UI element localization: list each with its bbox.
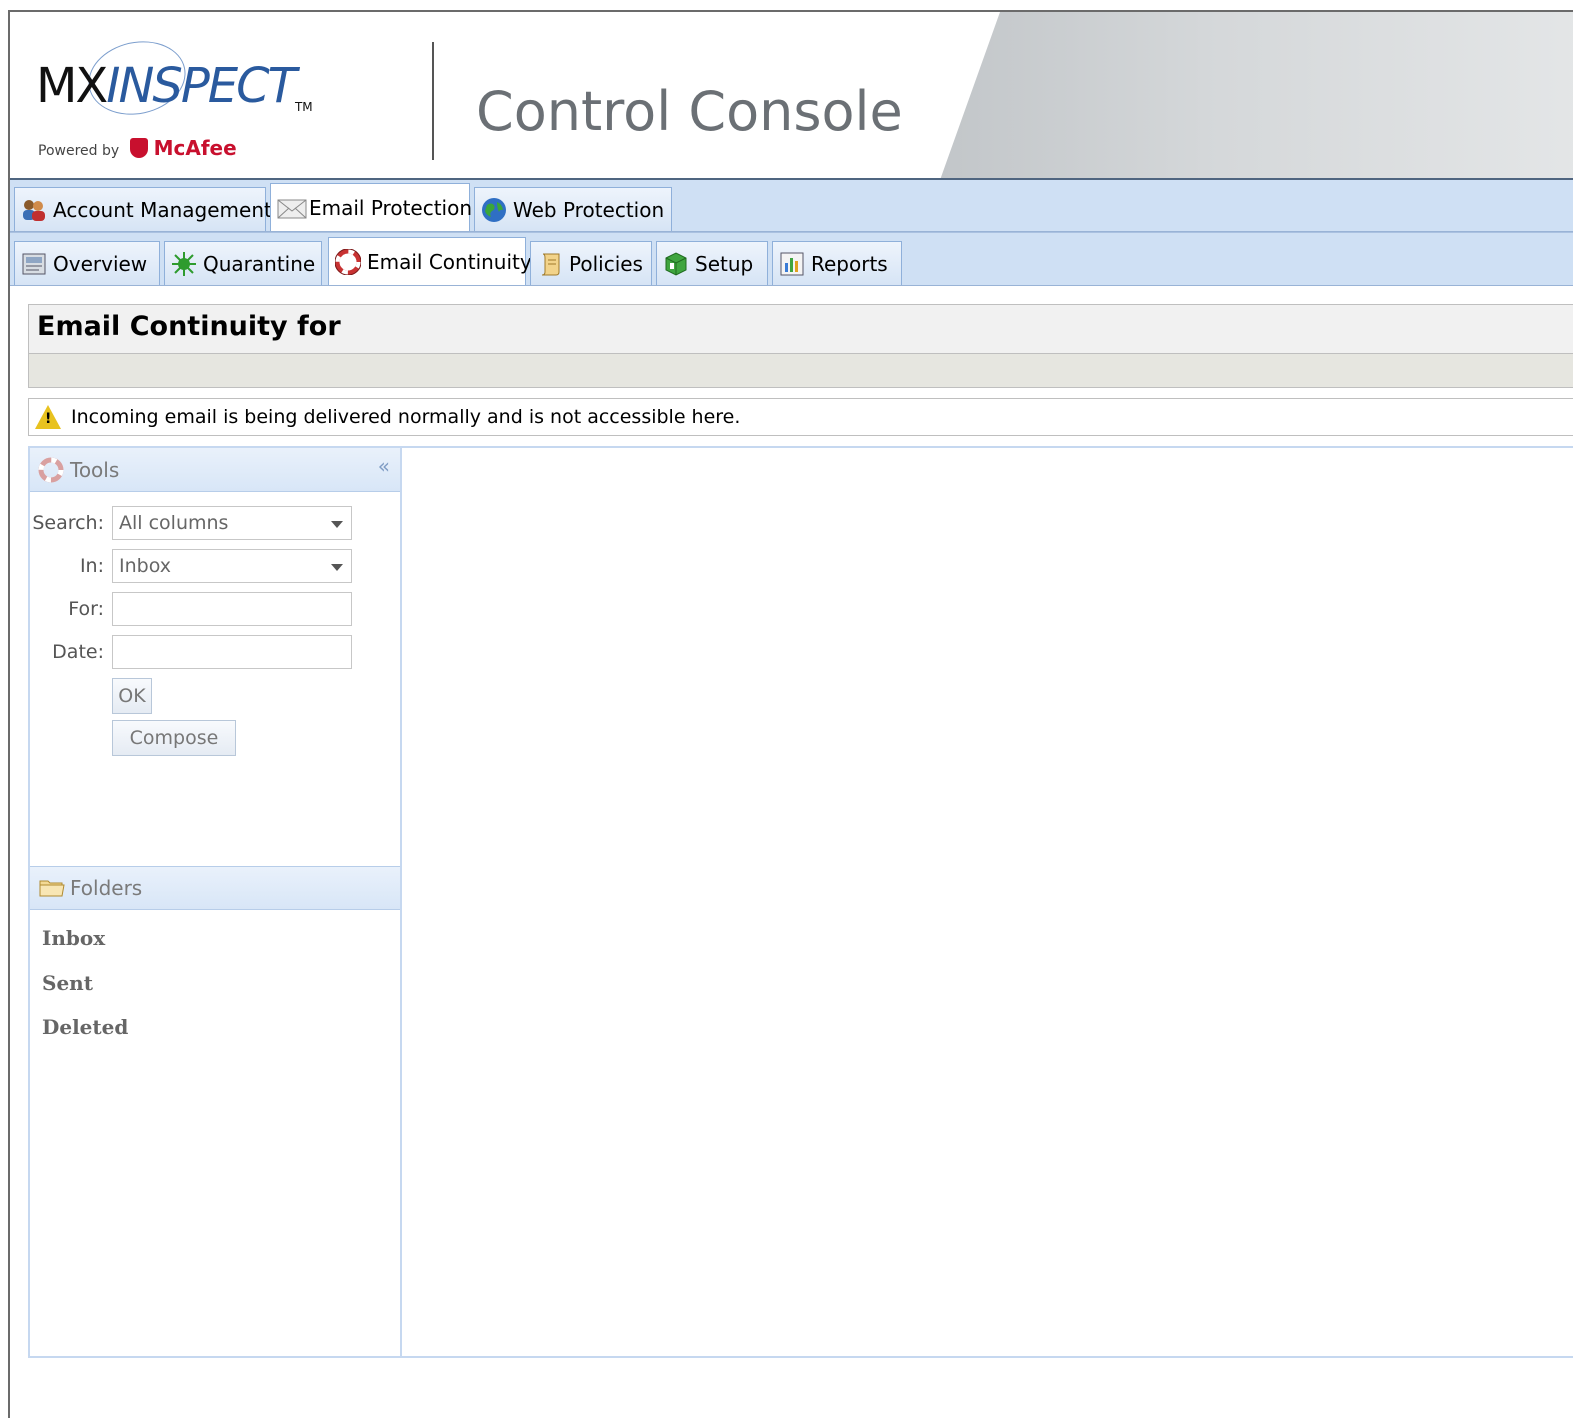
tab-label: Policies (569, 251, 643, 276)
tab-setup[interactable]: Setup (656, 241, 768, 285)
overview-icon (21, 251, 47, 277)
search-columns-value: All columns (119, 512, 229, 534)
date-input[interactable] (112, 635, 352, 669)
tab-label: Reports (811, 251, 888, 276)
tab-label: Email Protection (309, 195, 473, 220)
tab-account-management[interactable]: Account Management (14, 187, 272, 231)
logo-tm: TM (294, 100, 313, 114)
search-columns-select[interactable]: All columns (112, 506, 352, 540)
header: MXINSPECTTM Powered by McAfee Control Co… (10, 12, 1573, 180)
sub-tab-bar: Overview Quarantine Email Continuity Pol… (10, 232, 1573, 286)
date-label: Date: (52, 641, 104, 663)
date-row: Date: (30, 635, 400, 671)
message-list-panel (402, 446, 1573, 1358)
tab-label: Overview (53, 251, 148, 276)
mcafee-brand: McAfee (153, 136, 237, 160)
collapse-panel-button[interactable]: « (378, 454, 390, 478)
main-tab-bar: Account Management Email Protection Web … (10, 180, 1573, 232)
scroll-icon (537, 251, 563, 277)
page-title: Email Continuity for (28, 304, 1573, 354)
tools-panel-header: Tools « (30, 448, 400, 492)
tab-label: Setup (695, 251, 754, 276)
page-header-title: Control Console (476, 80, 903, 143)
logo-mx: MX (36, 58, 108, 114)
left-panel: Tools « Search: All columns In: Inbox Fo… (28, 446, 402, 1358)
folder-icon (38, 875, 65, 901)
header-divider (432, 42, 434, 160)
folder-select[interactable]: Inbox (112, 549, 352, 583)
search-label: Search: (32, 512, 104, 534)
tab-label: Account Management (53, 197, 272, 222)
chart-icon (779, 251, 805, 277)
logo-inspect: INSPECT (106, 58, 297, 114)
globe-icon (481, 197, 507, 223)
for-label: For: (68, 598, 104, 620)
search-row: Search: All columns (30, 506, 400, 542)
status-notice: ! Incoming email is being delivered norm… (28, 398, 1573, 436)
tab-email-continuity[interactable]: Email Continuity (328, 237, 532, 285)
tab-label: Email Continuity (367, 249, 532, 274)
mcafee-shield-icon (129, 138, 148, 158)
tab-email-protection[interactable]: Email Protection (270, 183, 473, 231)
envelope-icon (277, 195, 307, 221)
tab-overview[interactable]: Overview (14, 241, 160, 285)
lifebuoy-icon (38, 457, 64, 483)
warning-icon: ! (35, 405, 61, 429)
folder-item-sent[interactable]: Sent (42, 971, 93, 995)
for-row: For: (30, 592, 400, 628)
app-frame: MXINSPECTTM Powered by McAfee Control Co… (8, 10, 1573, 1418)
in-row: In: Inbox (30, 549, 400, 585)
tools-title: Tools (70, 457, 120, 482)
folder-item-deleted[interactable]: Deleted (42, 1015, 128, 1039)
powered-by: Powered by McAfee (38, 136, 237, 160)
chevron-down-icon (331, 564, 343, 571)
ok-button[interactable]: OK (112, 678, 152, 714)
tab-reports[interactable]: Reports (772, 241, 902, 285)
lifebuoy-icon (334, 248, 362, 275)
compose-button[interactable]: Compose (112, 720, 236, 756)
tab-web-protection[interactable]: Web Protection (474, 187, 672, 231)
chevron-down-icon (331, 521, 343, 528)
powered-by-text: Powered by (38, 143, 120, 159)
folder-select-value: Inbox (119, 555, 171, 577)
folder-item-inbox[interactable]: Inbox (42, 926, 105, 950)
tab-label: Web Protection (513, 197, 665, 222)
page-title-subbar (28, 354, 1573, 388)
header-decoration (940, 12, 1573, 180)
search-for-input[interactable] (112, 592, 352, 626)
folders-panel-header: Folders (30, 866, 400, 910)
setup-icon (663, 251, 689, 277)
notice-text: Incoming email is being delivered normal… (71, 406, 741, 428)
tab-label: Quarantine (203, 251, 316, 276)
users-icon (21, 197, 47, 223)
tab-policies[interactable]: Policies (530, 241, 652, 285)
folders-title: Folders (70, 876, 143, 900)
mxinspect-logo: MXINSPECTTM (36, 58, 313, 114)
in-label: In: (79, 555, 104, 577)
tab-quarantine[interactable]: Quarantine (164, 241, 322, 285)
quarantine-icon (171, 251, 197, 277)
